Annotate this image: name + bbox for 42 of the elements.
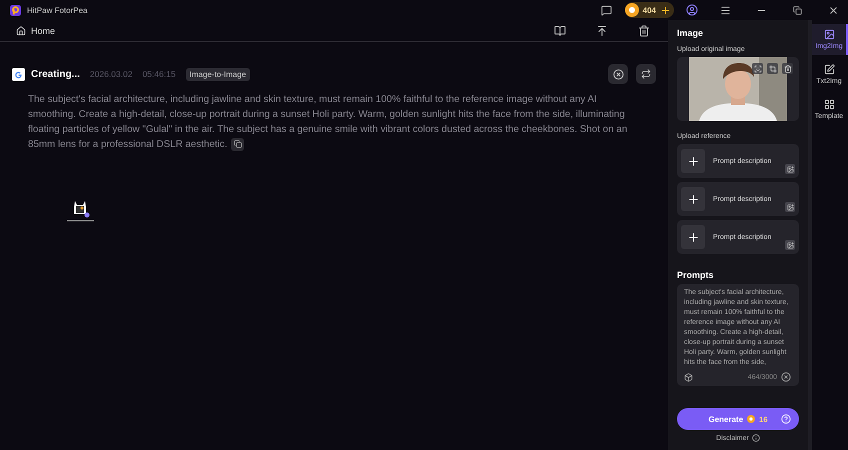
tab-icon bbox=[824, 99, 834, 110]
panel-heading: Image bbox=[677, 28, 704, 38]
coin-icon bbox=[747, 415, 756, 423]
plus-icon bbox=[686, 192, 700, 206]
task-date: 2026.03.02 bbox=[90, 69, 132, 79]
task-time: 05:46:15 bbox=[142, 69, 176, 79]
tab-icon bbox=[824, 29, 834, 40]
home-icon bbox=[16, 26, 26, 36]
app-logo-icon bbox=[10, 4, 21, 16]
mode-tag: Image-to-Image bbox=[186, 68, 250, 80]
add-reference-button[interactable] bbox=[681, 187, 705, 211]
clear-icon[interactable] bbox=[781, 372, 791, 382]
coin-count: 404 bbox=[642, 6, 656, 14]
add-reference-button[interactable] bbox=[681, 225, 705, 249]
add-reference-button[interactable] bbox=[681, 149, 705, 173]
image-icon[interactable] bbox=[785, 164, 795, 174]
regenerate-button[interactable] bbox=[636, 64, 656, 84]
original-image-card[interactable] bbox=[677, 57, 799, 121]
image-icon[interactable] bbox=[785, 202, 795, 212]
repeat-icon bbox=[641, 69, 651, 79]
crop-button[interactable] bbox=[767, 63, 778, 74]
plus-icon bbox=[686, 154, 700, 168]
google-logo-icon bbox=[12, 68, 25, 80]
face-scan-button[interactable] bbox=[752, 63, 763, 74]
prompt-text: The subject's facial architecture, including jawline and skin texture, must remain 100% faithful to the reference image without any AI smoothing. Create a high-detail, close-up portrait during a sunset Holi party. Warm, golden sunlight hits the face from the side, illuminating floating particles of yellow "Gulal" in the air. The subject has a genuine smile with vibrant colors dusted across the cheekbones. Shot on an 85mm lens for a professional DSLR aesthetic. bbox=[28, 93, 628, 152]
copy-button[interactable] bbox=[231, 138, 244, 151]
delete-image-button[interactable] bbox=[782, 63, 793, 74]
image-icon[interactable] bbox=[785, 240, 795, 250]
help-icon[interactable] bbox=[781, 414, 791, 424]
coin-icon bbox=[624, 3, 639, 17]
cube-icon[interactable] bbox=[684, 372, 693, 382]
plus-icon bbox=[686, 230, 700, 244]
cancel-icon bbox=[612, 68, 624, 80]
cancel-button[interactable] bbox=[608, 64, 628, 84]
task-status: Creating... bbox=[31, 68, 80, 80]
app-title: HitPaw FotorPea bbox=[27, 6, 88, 14]
coin-balance[interactable]: 404 bbox=[624, 2, 674, 18]
home-link[interactable]: Home bbox=[16, 26, 56, 36]
add-coins-icon[interactable] bbox=[660, 4, 671, 16]
prompts-heading: Prompts bbox=[677, 270, 715, 280]
tab-icon bbox=[824, 64, 834, 75]
info-icon bbox=[752, 434, 760, 442]
